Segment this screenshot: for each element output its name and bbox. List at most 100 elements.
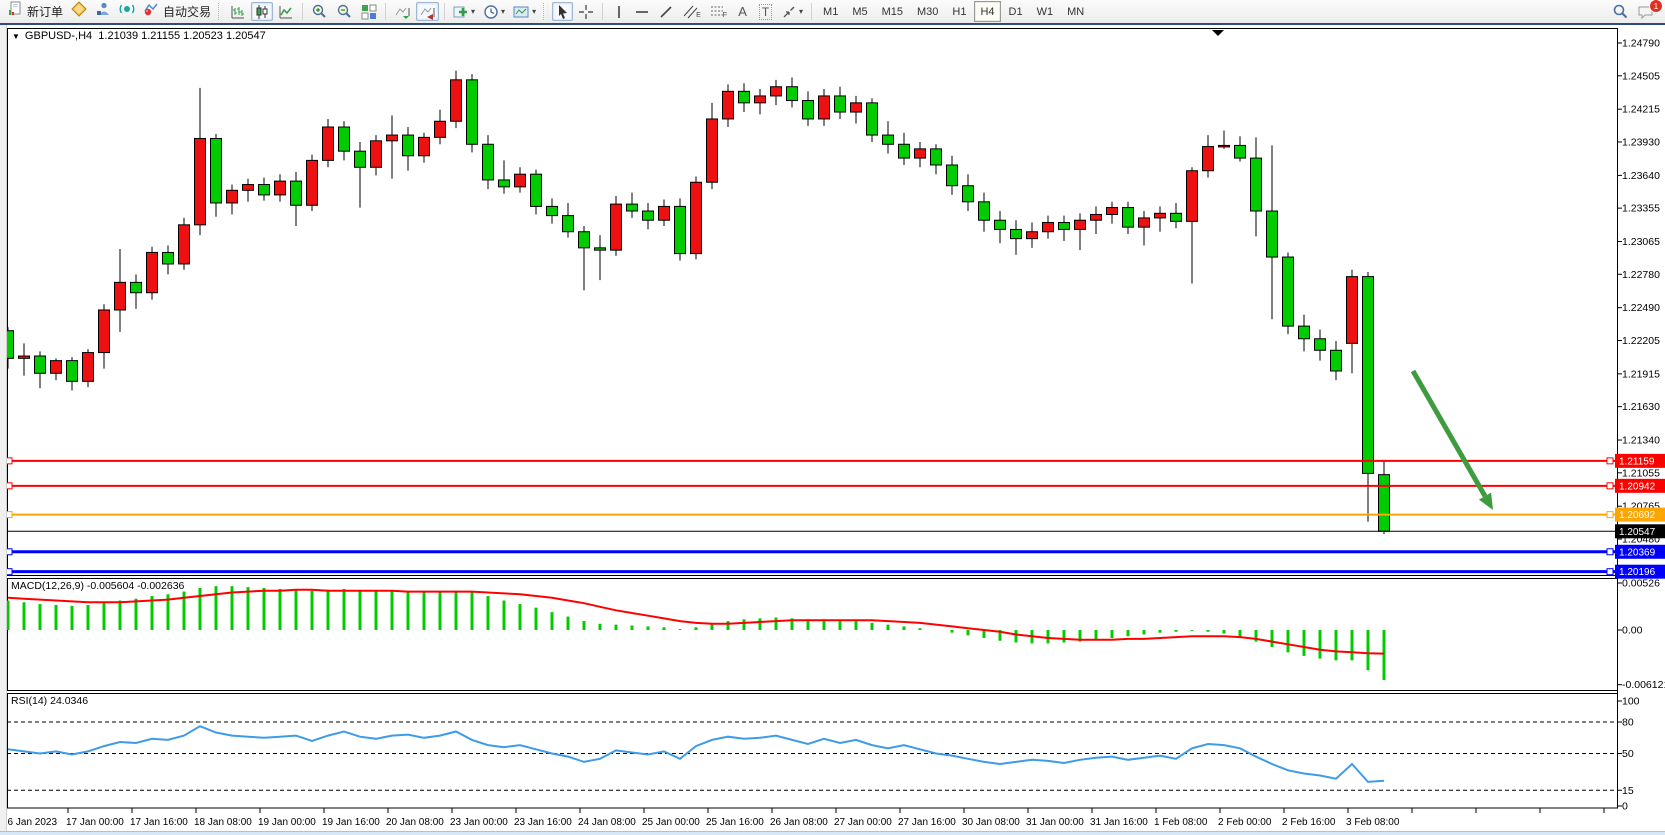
horizontal-line-tool-button[interactable]: [631, 2, 653, 21]
date-label: 20 Jan 08:00: [386, 817, 444, 828]
vertical-line-icon: [613, 4, 625, 20]
clock-icon: [483, 4, 499, 20]
symbol-period-label: GBPUSD-,H4: [25, 30, 92, 42]
date-label: 27 Jan 16:00: [898, 817, 956, 828]
macd-axis-label: 0.00: [1622, 625, 1643, 637]
price-tick-label: 1.21340: [1622, 435, 1660, 447]
timeframe-button-M15[interactable]: M15: [876, 1, 909, 22]
candle-bull: [99, 310, 110, 353]
candle-bull: [1027, 232, 1038, 239]
open-value: 1.21039: [98, 30, 138, 42]
line-handle[interactable]: [1607, 549, 1613, 555]
zoom-out-button[interactable]: [333, 2, 356, 21]
line-chart-mode-button[interactable]: [275, 2, 297, 21]
price-tick-label: 1.24505: [1622, 70, 1660, 82]
candle-bear: [947, 165, 958, 186]
candle-bull: [115, 282, 126, 310]
candle-bear: [1363, 277, 1374, 474]
quick-trade-caret-icon[interactable]: ▼: [12, 32, 20, 41]
cursor-tool-button[interactable]: [552, 2, 573, 21]
arrows-tool-button[interactable]: ▾: [778, 2, 806, 21]
zoom-out-icon: [336, 3, 353, 20]
auto-trading-button[interactable]: 自动交易: [140, 2, 214, 21]
candle-bear: [803, 101, 814, 119]
candle-bull: [323, 127, 334, 160]
date-label: 26 Jan 08:00: [770, 817, 828, 828]
line-handle[interactable]: [1607, 569, 1613, 575]
price-tick-label: 1.23355: [1622, 203, 1660, 215]
equidistant-channel-tool-button[interactable]: E: [679, 2, 704, 21]
candle-bull: [179, 225, 190, 264]
label-tool-icon: T: [759, 4, 772, 20]
auto-scroll-button[interactable]: [391, 2, 414, 21]
text-label-tool-button[interactable]: T: [755, 2, 776, 21]
price-tick-label: 1.21630: [1622, 401, 1660, 413]
timeframe-button-W1[interactable]: W1: [1031, 1, 1060, 22]
candle-bear: [867, 103, 878, 135]
line-handle[interactable]: [1607, 483, 1613, 489]
text-tool-icon: A: [738, 4, 747, 19]
dropdown-caret-icon: ▾: [501, 7, 505, 16]
accounts-button[interactable]: [92, 2, 114, 21]
horizontal-line-icon: [634, 4, 650, 20]
chart-templates-button[interactable]: ▾: [510, 2, 539, 21]
candle-bear: [883, 135, 894, 144]
new-order-button[interactable]: 新订单: [4, 2, 66, 21]
rsi-pane-border: [8, 694, 1618, 809]
rsi-indicator-label: RSI(14) 24.0346: [11, 695, 88, 707]
price-tick-label: 1.22780: [1622, 269, 1660, 281]
dropdown-caret-icon: ▾: [471, 7, 475, 16]
candle-bull: [707, 119, 718, 182]
date-label: 3 Feb 08:00: [1346, 817, 1400, 828]
candle-bear: [1379, 475, 1390, 532]
candle-bear: [1171, 213, 1182, 221]
line-handle[interactable]: [1607, 512, 1613, 518]
fibonacci-tool-button[interactable]: F: [706, 2, 730, 21]
rsi-axis-label: 0: [1622, 801, 1628, 813]
date-label: 23 Jan 00:00: [450, 817, 508, 828]
crosshair-tool-button[interactable]: [575, 2, 597, 21]
vertical-line-tool-button[interactable]: [608, 2, 629, 21]
search-button[interactable]: [1609, 2, 1632, 21]
periods-clock-button[interactable]: ▾: [480, 2, 508, 21]
candle-bear: [979, 202, 990, 220]
candle-bear: [547, 206, 558, 215]
window-left-edge: [0, 25, 7, 835]
candlestick-mode-button[interactable]: [251, 2, 273, 21]
broadcast-icon: [119, 1, 135, 22]
notifications-button[interactable]: 1: [1634, 2, 1658, 21]
candle-bear: [339, 127, 350, 151]
timeframe-button-H4[interactable]: H4: [974, 1, 1000, 22]
rsi-name: RSI(14): [11, 695, 47, 707]
cursor-icon: [555, 4, 570, 20]
chart-shift-button[interactable]: [416, 2, 439, 21]
timeframe-button-M30[interactable]: M30: [911, 1, 944, 22]
candle-bull: [1155, 213, 1166, 218]
candle-bull: [1107, 208, 1118, 215]
date-label: 18 Jan 08:00: [194, 817, 252, 828]
timeframe-button-M5[interactable]: M5: [846, 1, 873, 22]
candle-bull: [915, 149, 926, 158]
line-handle[interactable]: [1607, 458, 1613, 464]
zoom-in-button[interactable]: [308, 2, 331, 21]
chart-area[interactable]: 1.247901.245051.242151.239301.236401.233…: [0, 0, 1665, 835]
tile-windows-button[interactable]: [358, 2, 380, 21]
candle-bear: [1123, 208, 1134, 228]
trendline-tool-button[interactable]: [655, 2, 677, 21]
text-tool-button[interactable]: A: [732, 2, 753, 21]
candlestick-icon: [254, 4, 270, 20]
add-indicator-button[interactable]: ▾: [450, 2, 478, 21]
timeframe-button-D1[interactable]: D1: [1003, 1, 1029, 22]
candle-bear: [1251, 158, 1262, 211]
timeframe-button-M1[interactable]: M1: [817, 1, 844, 22]
bar-chart-mode-button[interactable]: [227, 2, 249, 21]
price-tag-label: 1.20547: [1619, 527, 1656, 538]
new-order-label: 新订单: [27, 3, 63, 20]
close-value: 1.20547: [226, 30, 266, 42]
timeframe-button-MN[interactable]: MN: [1061, 1, 1090, 22]
zoom-in-icon: [311, 3, 328, 20]
signals-button[interactable]: [116, 2, 138, 21]
date-label: 23 Jan 16:00: [514, 817, 572, 828]
timeframe-button-H1[interactable]: H1: [946, 1, 972, 22]
market-watch-button[interactable]: [68, 2, 90, 21]
